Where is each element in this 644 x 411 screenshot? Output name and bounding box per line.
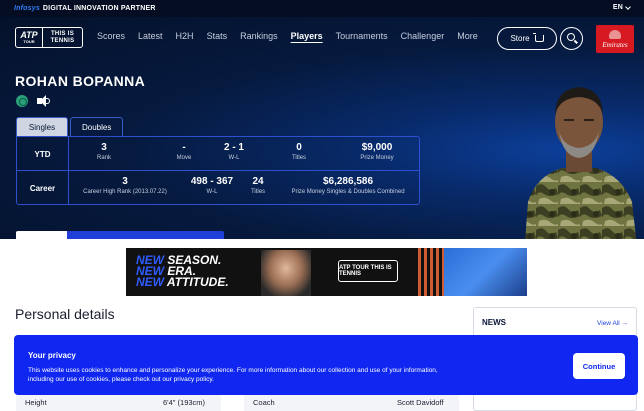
chevron-down-icon [625,3,631,10]
language-selector[interactable]: EN [612,3,631,11]
advertisement-banner[interactable]: NEW SEASON. NEW ERA. NEW ATTITUDE. ATP T… [126,248,527,296]
ad-player-image [261,250,311,296]
tab-ranking[interactable]: Ranking [176,231,224,239]
player-photo [525,87,637,239]
arrow-right-icon: → [621,320,629,327]
career-row: Career 3 Career High Rank (2013.07.22) 49… [17,171,419,205]
stats-type-tabs: Singles Doubles [16,117,124,136]
tab-bio[interactable]: Bio [67,231,97,239]
tab-stats[interactable]: Stats [140,231,177,239]
ytd-titles: 0 Titles [291,142,307,161]
nav-players[interactable]: Players [291,31,323,41]
nav-h2h[interactable]: H2H [176,31,194,41]
ytd-label: YTD [17,137,69,171]
store-button[interactable]: Store [497,27,557,50]
personal-details-title: Personal details [15,306,115,322]
emirates-sponsor-logo[interactable]: Emirates [596,25,634,53]
nav-latest[interactable]: Latest [138,31,163,41]
ytd-move: - Move [176,142,192,161]
tab-doubles[interactable]: Doubles [70,117,124,136]
view-all-link[interactable]: View All → [597,320,628,327]
player-name: ROHAN BOPANNA [15,73,146,89]
infosys-logo: Infosys [14,5,40,12]
speaker-icon[interactable] [37,95,51,107]
career-prize: $6,286,586 Prize Money Singles & Doubles … [291,176,405,195]
atp-tour-logo[interactable]: ATP TOUR THIS IS TENNIS [15,27,83,48]
ad-decor [418,248,444,296]
language-label: EN [612,4,623,11]
search-button[interactable] [560,27,583,50]
nav-stats[interactable]: Stats [207,31,228,41]
coach-label: Coach [253,398,275,407]
ad-atp-logo: ATP TOUR THIS IS TENNIS [338,260,398,282]
logo-atp: ATP [20,30,38,40]
career-titles: 24 Titles [250,176,266,195]
ytd-rank: 3 Rank [96,142,111,161]
height-label: Height [25,398,47,407]
career-high: 3 Career High Rank (2013.07.22) [83,176,167,195]
logo-line1: THIS IS [50,30,75,37]
privacy-banner: Your privacy This website uses cookies t… [14,335,638,395]
ytd-row: YTD 3 Rank - Move 2 - 1 W-L 0 Titles $9,000 P… [17,137,419,171]
tab-overview[interactable]: Overview [16,231,68,239]
continue-button[interactable]: Continue [573,353,625,379]
player-hero: ATP TOUR THIS IS TENNIS Scores Latest H2… [0,17,644,239]
nav-tournaments[interactable]: Tournaments [336,31,388,41]
ytd-wl: 2 - 1 W-L [223,142,244,161]
privacy-title: Your privacy [28,351,76,360]
logo-tour: TOUR [23,39,35,44]
partner-strip: Infosys DIGITAL INNOVATION PARTNER EN [0,0,644,17]
tab-singles[interactable]: Singles [16,117,68,136]
height-value: 6'4" (193cm) [163,398,206,407]
ad-court-image [444,248,527,296]
nav-scores[interactable]: Scores [97,31,125,41]
tab-activity[interactable]: Activity [96,231,141,239]
nav-challenger[interactable]: Challenger [401,31,445,41]
stats-table: YTD 3 Rank - Move 2 - 1 W-L 0 Titles $9,000 P… [16,136,420,205]
sponsor-name: Emirates [602,40,628,49]
emirates-crest-icon [609,29,621,39]
news-title: NEWS [482,318,506,327]
ad-slogan: NEW SEASON. NEW ERA. NEW ATTITUDE. [136,253,229,289]
main-nav: Scores Latest H2H Stats Rankings Players… [97,31,491,41]
privacy-body: This website uses cookies to enhance and… [28,367,438,383]
nav-rankings[interactable]: Rankings [240,31,278,41]
ytd-prize: $9,000 Prize Money [360,142,394,161]
profile-tabs: Overview Bio Activity Stats Ranking [16,231,224,239]
partner-label: DIGITAL INNOVATION PARTNER [42,5,156,12]
career-label: Career [17,171,69,205]
nav-more[interactable]: More [457,31,478,41]
career-wl: 498 - 367 W-L [190,176,234,195]
logo-line2: TENNIS [50,37,75,44]
store-label: Store [510,34,530,43]
coach-value: Scott Davidoff [397,398,444,407]
india-flag-icon [16,95,28,107]
cart-icon [532,33,544,42]
